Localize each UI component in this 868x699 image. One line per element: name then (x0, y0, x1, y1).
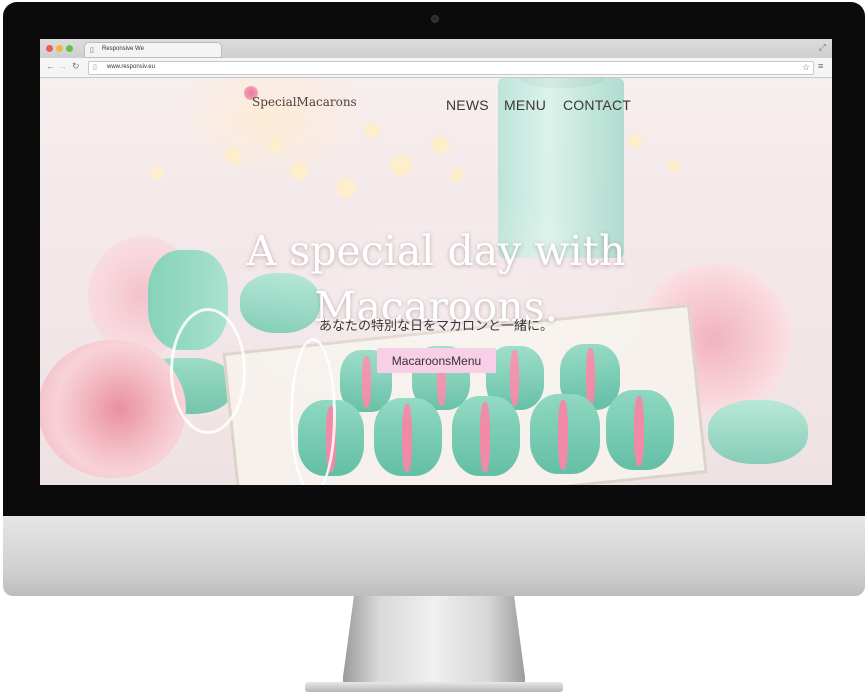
camera-icon (431, 15, 439, 23)
address-bar[interactable]: ▯ www.responsiv.eu ☆ (88, 61, 814, 75)
menu-icon[interactable]: ≡ (818, 61, 823, 71)
tab-title: Responsive We (102, 46, 144, 52)
star-icon[interactable]: ☆ (802, 62, 810, 73)
monitor-bezel: ▯ Responsive We ⤢ ← → ↻ ▯ www.responsiv.… (3, 2, 865, 516)
browser-toolbar: ← → ↻ ▯ www.responsiv.eu ☆ ≡ (40, 58, 832, 78)
url-text: www.responsiv.eu (107, 64, 155, 70)
browser-tab-bar: ▯ Responsive We ⤢ (40, 39, 832, 58)
hero-subheading: あなたの特別な日をマカロンと一緒に。 (318, 318, 553, 333)
page-icon: ▯ (90, 47, 94, 54)
hero-heading-line: A special day with (246, 227, 626, 276)
hero-section: SpecialMacarons NEWS MENU CONTACT A spec… (40, 78, 832, 485)
forward-icon[interactable]: → (58, 61, 67, 71)
nav-link-menu[interactable]: MENU (504, 97, 546, 113)
browser-tab[interactable]: ▯ Responsive We (84, 42, 222, 58)
monitor-chin (3, 516, 865, 596)
imac-monitor: ▯ Responsive We ⤢ ← → ↻ ▯ www.responsiv.… (3, 2, 865, 596)
nav-link-contact[interactable]: CONTACT (563, 97, 631, 113)
nav-link-news[interactable]: NEWS (446, 97, 489, 113)
screen: ▯ Responsive We ⤢ ← → ↻ ▯ www.responsiv.… (40, 39, 832, 485)
macaroons-menu-button[interactable]: MacaroonsMenu (377, 348, 496, 373)
page-icon: ▯ (93, 64, 97, 71)
fullscreen-icon[interactable]: ⤢ (819, 42, 826, 53)
close-icon[interactable] (46, 45, 53, 52)
monitor-stand-foot (305, 682, 563, 692)
reload-icon[interactable]: ↻ (72, 61, 80, 72)
maximize-icon[interactable] (66, 45, 73, 52)
monitor-stand (343, 596, 525, 688)
logo-text: SpecialMacarons (252, 95, 357, 109)
minimize-icon[interactable] (56, 45, 63, 52)
back-icon[interactable]: ← (46, 61, 55, 71)
